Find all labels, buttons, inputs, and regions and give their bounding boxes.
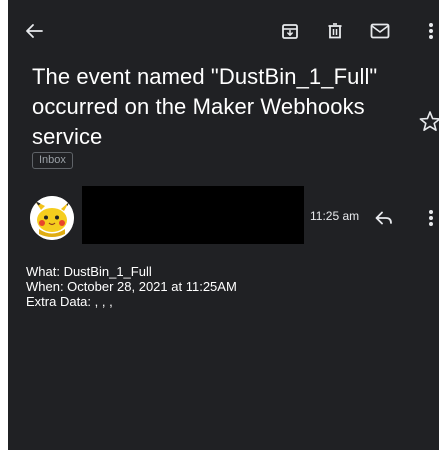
email-view: The event named "DustBin_1_Full" occurre…: [8, 0, 439, 450]
email-subject: The event named "DustBin_1_Full" occurre…: [32, 64, 378, 149]
mail-icon: [370, 23, 390, 39]
star-outline-icon: [419, 111, 439, 131]
archive-button[interactable]: [276, 17, 304, 45]
inbox-label-chip[interactable]: Inbox: [32, 152, 73, 169]
sender-avatar[interactable]: [30, 196, 74, 240]
pikachu-avatar-icon: [30, 196, 74, 240]
delete-button[interactable]: [321, 17, 349, 45]
mark-unread-button[interactable]: [366, 17, 394, 45]
redacted-sender-info: [82, 186, 304, 244]
top-app-bar: [8, 0, 439, 62]
archive-icon: [282, 24, 298, 39]
more-vertical-icon: [428, 210, 433, 226]
email-body: What: DustBin_1_Full When: October 28, 2…: [26, 264, 237, 309]
more-vertical-icon: [428, 23, 433, 39]
arrow-left-icon: [26, 24, 43, 38]
reply-button[interactable]: [370, 204, 398, 232]
body-what-line: What: DustBin_1_Full: [26, 264, 152, 279]
body-when-line: When: October 28, 2021 at 11:25AM: [26, 279, 237, 294]
more-options-button[interactable]: [422, 17, 439, 45]
star-button[interactable]: [417, 109, 439, 135]
reply-icon: [375, 211, 392, 225]
message-more-button[interactable]: [422, 204, 439, 232]
body-extra-data-line: Extra Data: , , ,: [26, 294, 113, 309]
trash-icon: [328, 23, 342, 39]
message-time: 11:25 am: [310, 209, 360, 223]
back-button[interactable]: [20, 17, 48, 45]
